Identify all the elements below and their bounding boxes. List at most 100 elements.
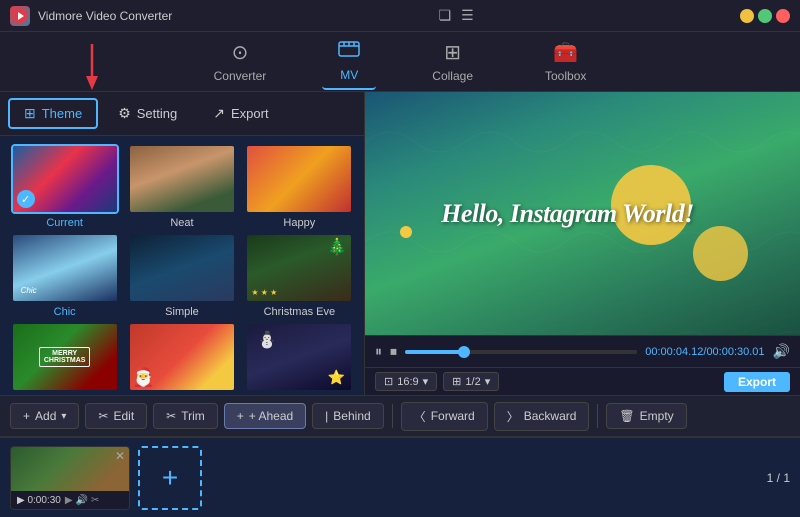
clip-close-button[interactable]: ✕ <box>115 449 125 463</box>
subtab-setting[interactable]: ⚙ Setting <box>102 98 193 129</box>
close-button[interactable]: ✕ <box>776 9 790 23</box>
audio-icon: 🔊 <box>76 495 88 506</box>
stop-button[interactable]: ⏹ <box>390 343 397 360</box>
progress-fill <box>405 350 463 354</box>
add-button[interactable]: + Add ▾ <box>10 403 79 429</box>
theme-item-chic[interactable]: Chic Chic <box>8 233 121 318</box>
total-time: 00:00:30.01 <box>706 346 764 358</box>
add-dropdown-icon: ▾ <box>61 411 66 422</box>
converter-label: Converter <box>214 69 267 83</box>
aspect-icon: ⊡ <box>384 375 393 388</box>
export-button[interactable]: Export <box>724 372 790 392</box>
right-panel: Hello, Instagram World! ⏸ ⏹ 00:00:04.12/… <box>365 92 800 395</box>
trash-icon: 🗑 <box>619 409 634 423</box>
toolbox-label: Toolbox <box>545 69 586 83</box>
yellow-circle-small <box>693 226 748 281</box>
collage-icon: ⊞ <box>444 40 461 65</box>
empty-label: Empty <box>640 409 674 423</box>
ratio-value: 16:9 <box>397 376 418 388</box>
tab-mv[interactable]: MV <box>322 34 376 90</box>
clip-thumbnail: ✕ <box>11 447 129 491</box>
theme-name-christmas-eve: Christmas Eve <box>264 306 336 318</box>
yellow-dot <box>400 226 412 238</box>
selected-check: ✓ <box>17 190 35 208</box>
toolbar: + Add ▾ ✂ Edit ✂ Trim + + Ahead | Behind… <box>0 395 800 437</box>
theme-name-simple: Simple <box>165 306 199 318</box>
behind-button[interactable]: | Behind <box>312 403 384 429</box>
tab-collage[interactable]: ⊞ Collage <box>416 34 489 89</box>
setting-gear-icon: ⚙ <box>118 105 131 122</box>
theme-thumb-neat <box>128 144 236 214</box>
menu-icon[interactable]: ☰ <box>461 7 474 24</box>
scale-value: 1/2 <box>465 376 480 388</box>
theme-label: Theme <box>42 106 82 121</box>
theme-thumb-santa-claus: 🎅 <box>128 322 236 392</box>
subtab-export[interactable]: ↗ Export <box>197 98 284 129</box>
maximize-button[interactable]: □ <box>758 9 772 23</box>
theme-thumb-snowy-night: ⛄ ⭐ <box>245 322 353 392</box>
backward-icon: 〉 <box>507 408 519 425</box>
chat-icon[interactable]: ❏ <box>439 7 452 24</box>
volume-button[interactable]: 🔊 <box>773 343 790 360</box>
theme-name-current: Current <box>46 217 83 229</box>
theme-item-santa-claus[interactable]: 🎅 Santa Claus <box>125 322 238 395</box>
toolbox-icon: 🧰 <box>553 40 578 65</box>
page-indicator: 1 / 1 <box>767 471 790 485</box>
theme-grid-icon: ⊞ <box>24 105 36 122</box>
video-bottom-controls: ⊡ 16:9 ▾ ⊞ 1/2 ▾ Export <box>365 367 800 395</box>
subtab-theme[interactable]: ⊞ Theme <box>8 98 98 129</box>
export-label: Export <box>231 106 269 121</box>
trim-icon: ✂ <box>166 409 176 423</box>
video-progress-bar[interactable] <box>405 350 637 354</box>
theme-thumb-christmas-eve: 🎄 ★ ★ ★ <box>245 233 353 303</box>
clip-action-icons: ▶ 🔊 ✂ <box>65 495 100 506</box>
theme-item-current[interactable]: ✓ Current <box>8 144 121 229</box>
trim-button[interactable]: ✂ Trim <box>153 403 218 429</box>
theme-grid: ✓ Current Neat Happy Chic <box>0 136 364 395</box>
clip-item[interactable]: ✕ ▶ 0:00:30 ▶ 🔊 ✂ <box>10 446 130 510</box>
edit-button[interactable]: ✂ Edit <box>85 403 147 429</box>
theme-thumb-current: ✓ <box>11 144 119 214</box>
mv-label: MV <box>340 68 358 82</box>
theme-name-chic: Chic <box>54 306 76 318</box>
behind-label: Behind <box>333 409 370 423</box>
video-controls: ⏸ ⏹ 00:00:04.12/00:00:30.01 🔊 <box>365 335 800 367</box>
theme-item-christmas-eve[interactable]: 🎄 ★ ★ ★ Christmas Eve <box>243 233 356 318</box>
add-label: Add <box>35 409 56 423</box>
scale-chevron: ▾ <box>485 375 491 388</box>
titlebar-controls: ⎯ □ ✕ <box>740 9 790 23</box>
trim-label: Trim <box>181 409 205 423</box>
titlebar-left: Vidmore Video Converter <box>10 6 172 26</box>
backward-label: Backward <box>524 409 577 423</box>
theme-item-simple[interactable]: Simple <box>125 233 238 318</box>
theme-item-happy[interactable]: Happy <box>243 144 356 229</box>
app-icon <box>10 6 30 26</box>
theme-thumb-merry-christmas: MERRYCHRISTMAS <box>11 322 119 392</box>
bottom-strip: ✕ ▶ 0:00:30 ▶ 🔊 ✂ + 1 / 1 <box>0 437 800 517</box>
add-icon: + <box>23 409 30 423</box>
tab-converter[interactable]: ⊙ Converter <box>198 34 283 89</box>
ahead-label: + Ahead <box>249 409 293 423</box>
play-pause-button[interactable]: ⏸ <box>375 343 382 360</box>
forward-label: Forward <box>431 409 475 423</box>
ahead-button[interactable]: + + Ahead <box>224 403 306 429</box>
add-clip-button[interactable]: + <box>138 446 202 510</box>
add-clip-icon: + <box>162 462 178 494</box>
forward-button[interactable]: 〈 Forward <box>401 402 488 431</box>
minimize-button[interactable]: ⎯ <box>740 9 754 23</box>
time-display: 00:00:04.12/00:00:30.01 <box>645 346 764 358</box>
theme-item-neat[interactable]: Neat <box>125 144 238 229</box>
theme-item-merry-christmas[interactable]: MERRYCHRISTMAS Merry Christmas <box>8 322 121 395</box>
tab-toolbox[interactable]: 🧰 Toolbox <box>529 34 602 89</box>
titlebar-icons: ❏ ☰ <box>439 7 474 24</box>
ratio-selector[interactable]: ⊡ 16:9 ▾ <box>375 372 437 391</box>
theme-name-neat: Neat <box>170 217 193 229</box>
sub-tabs: ⊞ Theme ⚙ Setting ↗ Export <box>0 92 364 136</box>
scale-selector[interactable]: ⊞ 1/2 ▾ <box>443 372 499 391</box>
theme-thumb-simple <box>128 233 236 303</box>
ahead-icon: + <box>237 409 244 423</box>
edit-label: Edit <box>113 409 134 423</box>
backward-button[interactable]: 〉 Backward <box>494 402 590 431</box>
empty-button[interactable]: 🗑 Empty <box>606 403 686 429</box>
theme-item-snowy-night[interactable]: ⛄ ⭐ Snowy Night <box>243 322 356 395</box>
